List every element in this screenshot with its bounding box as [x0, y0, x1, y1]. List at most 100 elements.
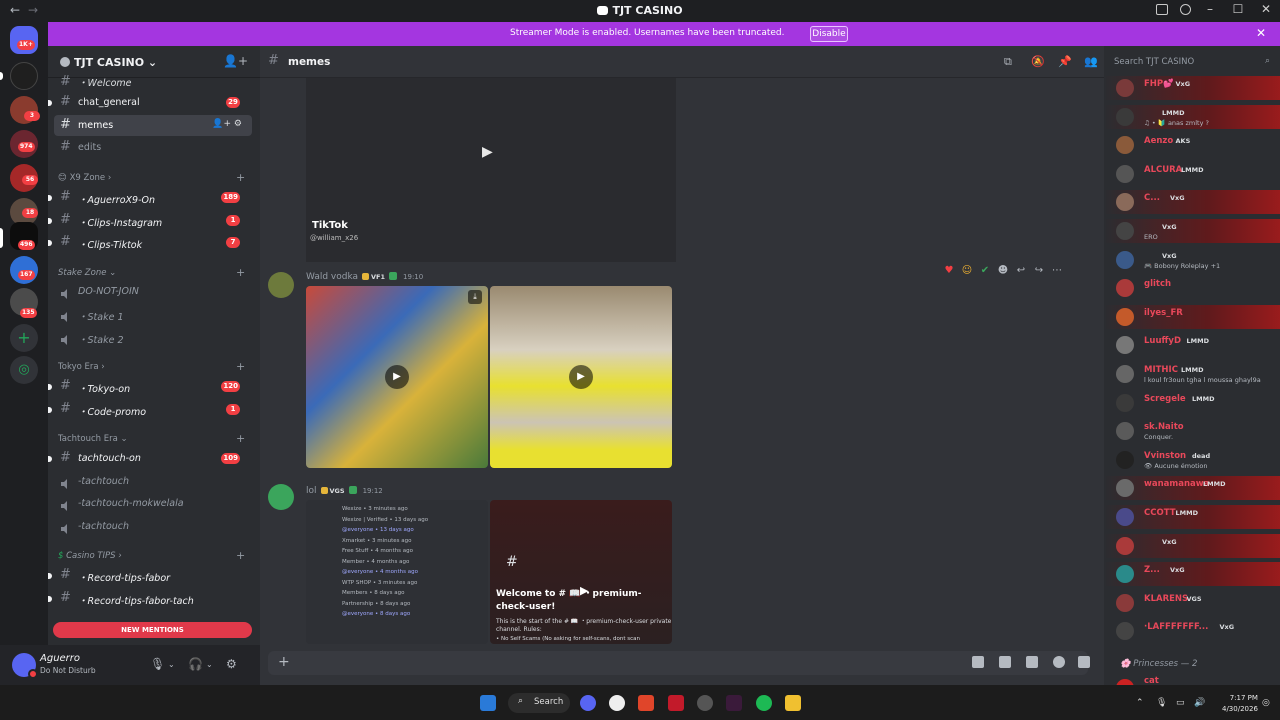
app-icon[interactable] [668, 695, 684, 711]
channel-tachtouch-2[interactable]: -tachtouch [54, 516, 252, 537]
inbox-icon[interactable] [1156, 4, 1168, 15]
notification-icon[interactable]: ◎ [1262, 698, 1270, 708]
username[interactable]: Aguerro [40, 653, 80, 664]
invite-people-icon[interactable]: 👤+ [223, 54, 248, 68]
category-stake-zone[interactable]: Stake Zone ⌄ + [58, 266, 245, 279]
chevron-up-icon[interactable]: ⌃ [1136, 698, 1144, 708]
video-attachment[interactable]: ▶ ⤓ [306, 286, 488, 468]
member-row[interactable]: Vvinston dead 👁 Aucune émotion [1104, 448, 1280, 472]
minimize-button[interactable]: – [1196, 2, 1224, 16]
add-reaction-icon[interactable]: ☻ [996, 265, 1010, 276]
microphone-icon[interactable]: 🎙 [150, 657, 165, 671]
chevron-down-icon[interactable]: ⌄ [168, 660, 175, 669]
add-channel-icon[interactable]: + [236, 549, 245, 562]
member-row[interactable]: VxG ERO [1104, 219, 1280, 243]
add-channel-icon[interactable]: + [236, 432, 245, 445]
add-channel-icon[interactable]: + [236, 360, 245, 373]
member-row[interactable]: KLARENS VGS [1104, 591, 1280, 615]
member-row[interactable]: cat [1104, 676, 1280, 685]
server-icon[interactable] [10, 62, 38, 90]
more-options-icon[interactable]: ⋯ [1050, 265, 1064, 276]
close-banner-icon[interactable]: ✕ [1256, 26, 1266, 40]
video-attachment[interactable]: # ▶ Welcome to # 📖 ・premium-check-user! … [490, 500, 672, 644]
network-icon[interactable]: ▭ [1176, 698, 1185, 708]
maximize-button[interactable]: ☐ [1224, 2, 1252, 16]
channel-settings-icons[interactable]: 👤+ ⚙ [212, 119, 242, 129]
member-row[interactable]: Aenzo AKS [1104, 133, 1280, 157]
pin-icon[interactable]: 📌 [1058, 55, 1072, 68]
avatar[interactable] [12, 653, 38, 679]
chevron-down-icon[interactable]: ⌄ [206, 660, 213, 669]
forward-icon[interactable]: ↪ [1032, 265, 1046, 276]
channel-stake-1[interactable]: ・Stake 1 [54, 304, 252, 325]
channel-clips-tiktok[interactable]: # ・Clips-Tiktok 7 [48, 232, 252, 253]
member-row[interactable]: CCOTT LMMD [1104, 505, 1280, 529]
member-row[interactable]: Scregele LMMD [1104, 391, 1280, 415]
search-input[interactable]: Search TJT CASINO ⌕ [1110, 54, 1274, 70]
notifications-muted-icon[interactable]: 🔕 [1031, 55, 1045, 68]
taskbar-search[interactable]: Search ⌕ [508, 693, 570, 713]
member-row[interactable]: LMMD ♫ • 🔰 anas zmlty ? [1104, 104, 1280, 129]
member-row[interactable]: MITHIC LMMD l koul fr3oun tgha l moussa gh… [1104, 362, 1280, 386]
member-row[interactable]: glitch [1104, 276, 1280, 300]
emoji-icon[interactable] [1053, 656, 1065, 668]
add-attachment-icon[interactable]: + [278, 654, 290, 670]
member-row[interactable]: C... VxG [1104, 190, 1280, 215]
gif-icon[interactable] [999, 656, 1011, 668]
add-server-icon[interactable]: + [10, 324, 38, 352]
app-icon[interactable] [726, 695, 742, 711]
headphones-icon[interactable]: 🎧 [188, 657, 203, 671]
volume-icon[interactable]: 🔊 [1194, 698, 1205, 708]
channel-memes[interactable]: # memes 👤+ ⚙ [54, 115, 252, 136]
image-attachment[interactable]: Wexize • 3 minutes ago Wexize | Verified… [306, 500, 488, 644]
disable-streamer-mode-button[interactable]: Disable [810, 26, 848, 42]
play-icon[interactable]: ▶ [482, 144, 493, 160]
video-attachment[interactable]: ▶ [490, 286, 672, 468]
member-list-icon[interactable]: 👥 [1084, 55, 1098, 68]
member-row[interactable]: LuuffyD LMMD [1104, 333, 1280, 357]
channel-tachtouch-on[interactable]: # tachtouch-on 109 [48, 448, 252, 469]
steam-icon[interactable] [609, 695, 625, 711]
message-composer[interactable]: + [268, 651, 1090, 675]
category-tokyo-era[interactable]: Tokyo Era › + [58, 360, 245, 373]
server-name[interactable]: TJT CASINO ⌄ [74, 56, 157, 69]
member-row[interactable]: FHP💕 VxG [1104, 76, 1280, 100]
member-row[interactable]: VxG [1104, 533, 1280, 558]
download-icon[interactable]: ⤓ [468, 290, 482, 304]
channel-do-not-join[interactable]: DO-NOT-JOIN [54, 281, 252, 302]
add-channel-icon[interactable]: + [236, 266, 245, 279]
laugh-reaction-icon[interactable]: ☺ [960, 265, 974, 276]
apps-icon[interactable] [1078, 656, 1090, 668]
category-casino-tips[interactable]: $ Casino TIPS › + [58, 549, 245, 562]
new-mentions-button[interactable]: NEW MENTIONS [53, 622, 252, 638]
taskbar-clock[interactable]: 7:17 PM 4/30/2026 [1222, 693, 1258, 715]
avatar[interactable] [268, 272, 294, 298]
channel-edits[interactable]: # edits [54, 137, 252, 158]
add-channel-icon[interactable]: + [236, 171, 245, 184]
brave-icon[interactable] [638, 695, 654, 711]
member-row[interactable]: ilyes_FR [1104, 304, 1280, 329]
channel-tachtouch[interactable]: -tachtouch [54, 471, 252, 492]
channel-tachtouch-mokwelala[interactable]: -tachtouch-mokwelala [54, 493, 252, 514]
spotify-icon[interactable] [756, 695, 772, 711]
explore-icon[interactable]: ◎ [10, 356, 38, 384]
reply-icon[interactable]: ↩ [1014, 265, 1028, 276]
file-explorer-icon[interactable] [785, 695, 801, 711]
category-x9-zone[interactable]: 😊 X9 Zone › + [58, 171, 245, 184]
member-row[interactable]: sk.Naito Conquer. [1104, 419, 1280, 443]
channel-record-tips-fabor-tach[interactable]: # ・Record-tips-fabor-tach [48, 588, 252, 609]
channel-stake-2[interactable]: ・Stake 2 [54, 327, 252, 348]
microphone-tray-icon[interactable]: 🎙 [1156, 698, 1167, 708]
app-icon[interactable] [697, 695, 713, 711]
help-icon[interactable] [1180, 4, 1191, 15]
discord-taskbar-icon[interactable] [580, 695, 596, 711]
sticker-icon[interactable] [1026, 656, 1038, 668]
channel-clips-instagram[interactable]: # ・Clips-Instagram 1 [48, 210, 252, 231]
play-icon[interactable]: ▶ [385, 365, 409, 389]
check-reaction-icon[interactable]: ✔ [978, 265, 992, 276]
avatar[interactable] [268, 484, 294, 510]
windows-start-icon[interactable] [480, 695, 496, 711]
member-row[interactable]: ALCURA LMMD [1104, 162, 1280, 186]
member-row[interactable]: Z... VxG [1104, 562, 1280, 587]
channel-aguerrox9-on[interactable]: # ・AguerroX9-On 189 [48, 187, 252, 208]
